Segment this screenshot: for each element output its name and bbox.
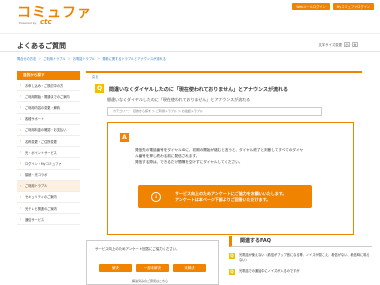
sidebar-item[interactable]: › 光テレビ関連のご案内 [17, 203, 80, 215]
category-box: カテゴリー： 目的から探す ＞ ご利用トラブル ＞ お電話トラブル [107, 107, 322, 116]
arrow-down-icon: ↓ [151, 191, 161, 202]
related-faq-text: 光電話が使えない（着信がブップ音になる等、ノイズが聞こえ、着信がない、着信時に鳴… [239, 253, 370, 262]
breadcrumb-item[interactable]: お電話トラブル [73, 56, 95, 61]
survey-box: サービス向上のためアンケート回答にご協力ください。 解決 一部未解決 未解決 解… [86, 240, 219, 285]
logo-brand: ctc [40, 18, 52, 26]
logo-powered-by: Powered by [19, 21, 37, 25]
category-label: カテゴリー： [113, 109, 132, 113]
title-bar: よくあるご質問 文字サイズ変更 小 大 [0, 36, 380, 52]
related-faq-title: 関連するFAQ [229, 236, 372, 247]
survey-banner-line: アンケートは本ページ下部よりご回答いただけます。 [175, 196, 271, 202]
survey-buttons: 解決 一部未解決 未解決 [99, 264, 206, 272]
sidebar-item-label: 各種サポート [25, 117, 45, 122]
sidebar-item-label: 接続・光コラボ [25, 173, 48, 178]
sidebar-item-label: ご利用料金の確認・お支払い [25, 128, 67, 133]
breadcrumb-separator: ＞ [67, 57, 71, 61]
sidebar-item-label: 光テレビ関連のご案内 [25, 206, 57, 211]
related-faq-item[interactable]: Q 光電話での通話中にノイズが入るのですが [229, 269, 372, 275]
sidebar-item-label: ご利用開始・開通までのご案内 [25, 94, 70, 99]
page-title: よくあるご質問 [17, 42, 66, 50]
answer-badge: A [120, 133, 129, 142]
category-path[interactable]: 目的から探す ＞ ご利用トラブル ＞ お電話トラブル [133, 108, 203, 115]
top-links: Webメールログイン Myコミュファログイン [292, 3, 374, 10]
sidebar-item-label: 名称変更・ご住所変更 [25, 139, 57, 144]
mycommufa-login-link[interactable]: Myコミュファログイン [332, 3, 374, 10]
survey-note[interactable]: 解決済みのご意見はこちら [132, 279, 168, 283]
faq-main: 戻る Q 間違いなくダイヤルしたのに「現在使われておりません」とアナウンスが流れ… [86, 71, 362, 235]
webmail-login-link[interactable]: Webメールログイン [292, 3, 330, 10]
sidebar: 目的から探す › お申し込み・ご検討中の方 › ご利用開始・開通までのご案内 › ご利… [17, 71, 80, 226]
sidebar-item-label: お申し込み・ご検討中の方 [25, 83, 64, 88]
sidebar-item[interactable]: › 接続・光コラボ [17, 169, 80, 181]
breadcrumb-item[interactable]: ご利用トラブル [43, 56, 65, 61]
survey-unresolved-button[interactable]: 未解決 [173, 264, 206, 272]
related-faq-text: 光電話での通話中にノイズが入るのですが [239, 269, 300, 273]
question-badge: Q [95, 84, 104, 93]
brand-logo[interactable]: コミュファ [17, 6, 92, 20]
sidebar-item[interactable]: › ご利用料金の確認・お支払い [17, 124, 80, 136]
font-size-small-button[interactable]: 小 [344, 42, 350, 47]
survey-banner-text: サービス向上のためアンケートにご協力をお願いいたします。 アンケートは本ページ下… [175, 191, 286, 203]
sidebar-item-label: ご利用内容の変更・解約 [25, 105, 61, 110]
breadcrumb-separator: ＞ [38, 57, 42, 61]
sidebar-item[interactable]: › ログイン・Myコミュファ [17, 158, 80, 170]
sidebar-item[interactable]: › 各種サポート [17, 113, 80, 125]
related-q-badge: Q [229, 269, 235, 275]
breadcrumb: 問合せの方法 ＞ ご利用トラブル ＞ お電話トラブル ＞ 発着に関するトラブルと… [17, 56, 166, 61]
answer-line: 発信する際は、できるだけ間隔を空けずにダイヤルしてください。 [135, 160, 243, 164]
font-size-label: 文字サイズ変更 [318, 43, 342, 47]
survey-banner-line: サービス向上のためアンケートにご協力をお願いいたします。 [175, 190, 287, 196]
sidebar-item[interactable]: › ご利用内容の変更・解約 [17, 102, 80, 114]
sidebar-item[interactable]: › 光・ポイントサービス [17, 147, 80, 159]
sidebar-item-label: ご利用トラブル [25, 184, 48, 189]
breadcrumb-item[interactable]: 問合せの方法 [17, 56, 36, 61]
survey-banner[interactable]: ↓ サービス向上のためアンケートにご協力をお願いいたします。 アンケートは本ペー… [138, 185, 312, 208]
answer-text: 発信先の電話番号をダイヤルIDに、初期の開始が絡むと言うと、ダイヤル終了と判断し… [135, 147, 350, 165]
sidebar-item[interactable]: › セキュリティのご案内 [17, 191, 80, 204]
survey-resolved-button[interactable]: 解決 [99, 264, 132, 272]
answer-box: A 発信先の電話番号をダイヤルIDに、初期の開始が絡むと言うと、ダイヤル終了と判… [107, 122, 354, 235]
sidebar-item[interactable]: › ご利用開始・開通までのご案内 [17, 91, 80, 103]
related-faq: 関連するFAQ Q 光電話が使えない（着信がブップ音になる等、ノイズが聞こえ、着… [229, 236, 372, 275]
font-size-large-button[interactable]: 大 [352, 42, 358, 47]
sidebar-item[interactable]: › 名称変更・ご住所変更 [17, 135, 80, 148]
font-size-control: 文字サイズ変更 小 大 [318, 42, 358, 47]
survey-partial-button[interactable]: 一部未解決 [136, 264, 169, 272]
question-title: 間違いなくダイヤルしたのに「現在使われておりません」とアナウンスが流れる [109, 87, 288, 93]
breadcrumb-separator: ＞ [97, 57, 101, 61]
sidebar-item-label: 光・ポイントサービス [25, 150, 57, 155]
sidebar-item-label: セキュリティのご案内 [25, 195, 57, 200]
sidebar-item[interactable]: › 通信サービス [17, 214, 80, 226]
sidebar-item-label: ログイン・Myコミュファ [25, 161, 62, 166]
back-link[interactable]: 戻る [86, 71, 362, 80]
question-row: Q 間違いなくダイヤルしたのに「現在使われておりません」とアナウンスが流れる [86, 83, 362, 95]
sidebar-item-active[interactable]: › ご利用トラブル [17, 180, 80, 192]
survey-question: サービス向上のためアンケート回答にご協力ください。 [95, 247, 180, 251]
breadcrumb-current: 発着に関するトラブルとアナウンスが流れる [102, 57, 166, 61]
related-faq-item[interactable]: Q 光電話が使えない（着信がブップ音になる等、ノイズが聞こえ、着信がない、着信時… [229, 253, 372, 263]
site-header: コミュファ Powered by ctc Webメールログイン Myコミュファロ… [0, 0, 380, 34]
sidebar-heading: 目的から探す [17, 71, 80, 80]
sidebar-item[interactable]: › お申し込み・ご検討中の方 [17, 80, 80, 92]
related-q-badge: Q [229, 253, 235, 259]
sidebar-item-label: 通信サービス [25, 217, 45, 222]
question-detail: 間違いなくダイヤルしたのに「現在使われておりません」とアナウンスが流れる [107, 97, 251, 102]
